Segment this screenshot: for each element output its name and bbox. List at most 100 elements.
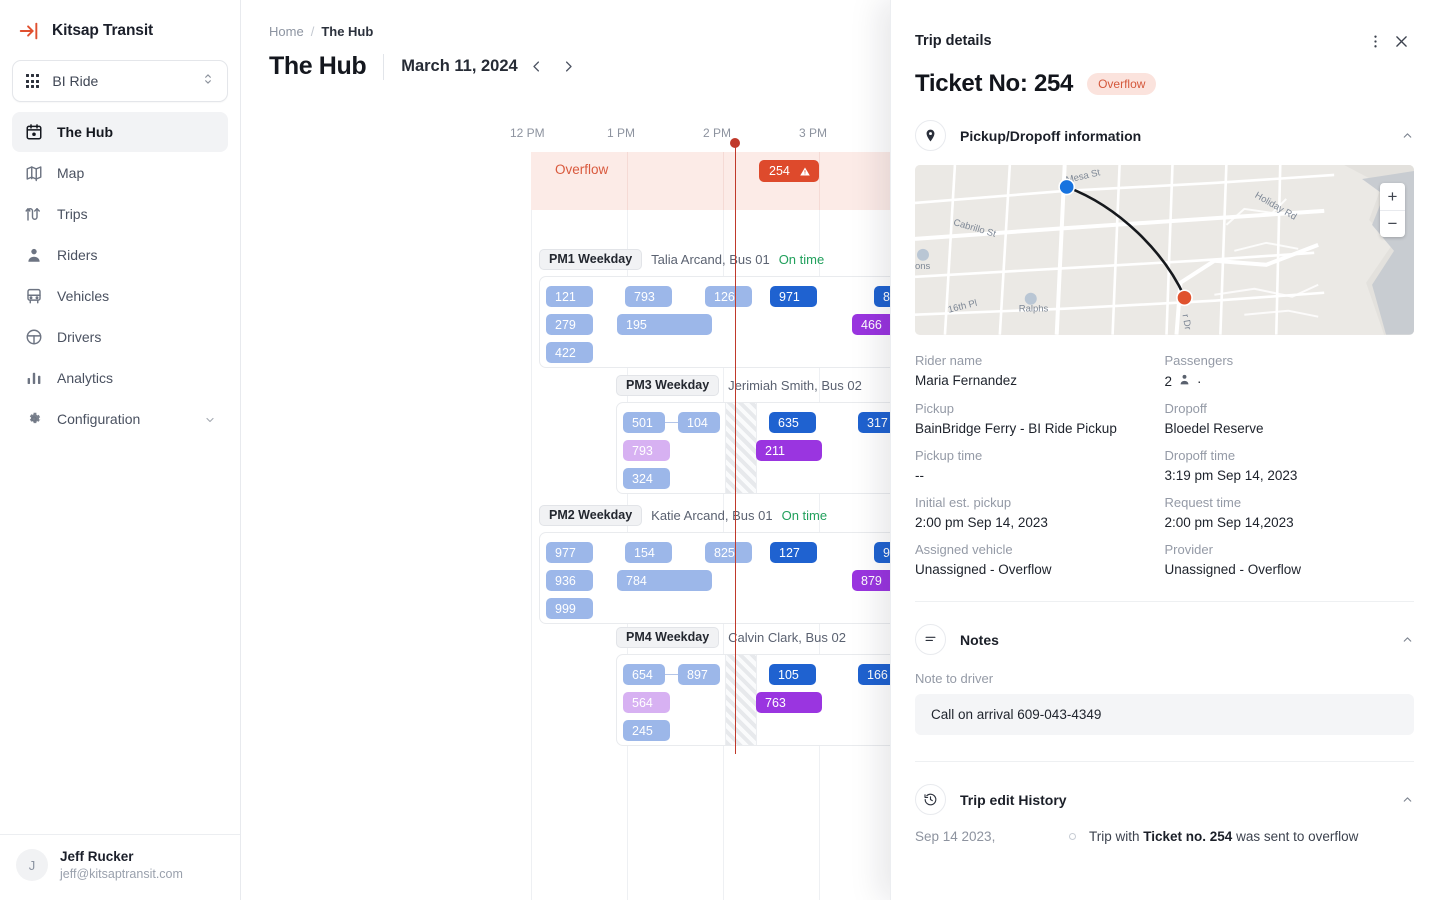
trip-block[interactable]: 501	[623, 412, 665, 433]
notes-section-header[interactable]: Notes	[891, 602, 1438, 655]
trip-block[interactable]: 784	[617, 570, 712, 591]
trip-block[interactable]: 635	[769, 412, 816, 433]
field-label: Pickup time	[915, 448, 1165, 463]
trip-block[interactable]: 211	[756, 440, 822, 461]
field-value: --	[915, 468, 1165, 483]
sidebar-item-trips[interactable]: Trips	[12, 194, 228, 234]
overflow-label: Overflow	[555, 162, 608, 177]
trip-block[interactable]: 977	[546, 542, 593, 563]
trip-block[interactable]: 654	[623, 664, 665, 685]
overflow-trip-chip[interactable]: 254	[759, 160, 819, 182]
user-profile[interactable]: J Jeff Rucker jeff@kitsaptransit.com	[0, 834, 240, 900]
route-badge[interactable]: PM3 Weekday	[616, 375, 719, 396]
trip-block[interactable]: 793	[625, 286, 672, 307]
chevron-up-icon[interactable]	[1401, 129, 1414, 142]
trip-block[interactable]: 121	[546, 286, 593, 307]
ruler-tick: 12 PM	[510, 126, 545, 140]
route-badge[interactable]: PM4 Weekday	[616, 627, 719, 648]
sidebar: Kitsap Transit BI Ride The Hub	[0, 0, 241, 900]
route-row-pm2: PM2 Weekday Katie Arcand, Bus 01 On time…	[539, 504, 927, 624]
page-title: The Hub	[269, 52, 366, 81]
trip-block[interactable]: 245	[623, 720, 670, 741]
sidebar-item-label: Drivers	[57, 329, 216, 345]
panel-header: Trip details	[891, 0, 1438, 54]
trip-block[interactable]: 154	[625, 542, 672, 563]
person-icon	[24, 246, 43, 265]
sidebar-item-configuration[interactable]: Configuration	[12, 399, 228, 439]
sidebar-nav: The Hub Map Trips	[0, 110, 240, 439]
route-driver: Jerimiah Smith, Bus 02	[728, 378, 862, 393]
status-badge: Overflow	[1087, 73, 1156, 95]
trip-block[interactable]: 971	[770, 286, 817, 307]
trip-block[interactable]: 763	[756, 692, 822, 713]
person-icon	[1178, 373, 1191, 389]
note-to-driver-value: Call on arrival 609-043-4349	[915, 694, 1414, 735]
trip-block[interactable]: 999	[546, 598, 593, 619]
history-text-before: Trip with	[1089, 829, 1143, 844]
sidebar-item-label: Trips	[57, 206, 216, 222]
map-zoom-controls: + −	[1380, 183, 1405, 237]
trip-block[interactable]: 324	[623, 468, 670, 489]
brand-name: Kitsap Transit	[52, 22, 153, 40]
trip-block[interactable]: 897	[678, 664, 720, 685]
sidebar-item-vehicles[interactable]: Vehicles	[12, 276, 228, 316]
trip-block[interactable]: 127	[770, 542, 817, 563]
sidebar-item-map[interactable]: Map	[12, 153, 228, 193]
trip-block[interactable]: 936	[546, 570, 593, 591]
trip-block[interactable]: 195	[617, 314, 712, 335]
field-pickup: Pickup BainBridge Ferry - BI Ride Pickup	[915, 401, 1165, 448]
kebab-menu-icon[interactable]	[1362, 28, 1388, 54]
chevron-down-icon[interactable]	[204, 413, 216, 425]
sidebar-item-label: Vehicles	[57, 288, 216, 304]
trip-block[interactable]: 825	[705, 542, 752, 563]
sidebar-item-drivers[interactable]: Drivers	[12, 317, 228, 357]
chevron-up-icon[interactable]	[1401, 633, 1414, 646]
field-value: BainBridge Ferry - BI Ride Pickup	[915, 421, 1165, 436]
calendar-icon	[24, 123, 43, 142]
route-header: PM2 Weekday Katie Arcand, Bus 01 On time	[539, 504, 927, 526]
field-rider-name: Rider name Maria Fernandez	[915, 353, 1165, 401]
route-badge[interactable]: PM2 Weekday	[539, 505, 642, 526]
route-driver: Katie Arcand, Bus 01	[651, 508, 772, 523]
map-zoom-out-button[interactable]: −	[1380, 210, 1405, 237]
field-assigned-vehicle: Assigned vehicle Unassigned - Overflow	[915, 542, 1165, 589]
field-label: Pickup	[915, 401, 1165, 416]
map-zoom-in-button[interactable]: +	[1380, 183, 1405, 210]
sidebar-item-the-hub[interactable]: The Hub	[12, 112, 228, 152]
trip-block[interactable]: 104	[678, 412, 720, 433]
history-text: Trip with Ticket no. 254 was sent to ove…	[1089, 829, 1358, 844]
passenger-count: 2	[1165, 374, 1173, 389]
trip-block[interactable]: 126	[705, 286, 752, 307]
close-icon[interactable]	[1388, 28, 1414, 54]
prev-day-button[interactable]	[524, 54, 550, 80]
breadcrumb-home[interactable]: Home	[269, 24, 304, 39]
route-row-pm1: PM1 Weekday Talia Arcand, Bus 01 On time…	[539, 248, 927, 368]
trip-block[interactable]: 564	[623, 692, 670, 713]
trip-block[interactable]: 422	[546, 342, 593, 363]
trip-block[interactable]: 105	[769, 664, 816, 685]
ruler-tick: 1 PM	[607, 126, 635, 140]
divider	[383, 54, 384, 80]
login-arrow-icon	[18, 20, 40, 42]
sidebar-item-label: Configuration	[57, 411, 190, 427]
chevron-up-icon[interactable]	[1401, 793, 1414, 806]
org-selector-label: BI Ride	[52, 73, 188, 89]
sidebar-item-label: The Hub	[57, 124, 216, 140]
route-icon	[24, 205, 43, 224]
sidebar-item-label: Riders	[57, 247, 216, 263]
field-request-time: Request time 2:00 pm Sep 14,2023	[1165, 495, 1415, 542]
sidebar-item-analytics[interactable]: Analytics	[12, 358, 228, 398]
trip-block[interactable]: 279	[546, 314, 593, 335]
trip-edit-history-section-header[interactable]: Trip edit History	[891, 762, 1438, 815]
trip-route-map[interactable]: Mesa St Cabrillo St 16th Pl Ralphs ons H…	[915, 165, 1414, 335]
route-badge[interactable]: PM1 Weekday	[539, 249, 642, 270]
ticket-number: Ticket No: 254	[915, 70, 1073, 98]
trip-block[interactable]: 793	[623, 440, 670, 461]
pickup-dropoff-section-header[interactable]: Pickup/Dropoff information	[891, 98, 1438, 151]
sidebar-item-riders[interactable]: Riders	[12, 235, 228, 275]
org-selector[interactable]: BI Ride	[12, 60, 228, 102]
route-header: PM1 Weekday Talia Arcand, Bus 01 On time	[539, 248, 927, 270]
map-tiles: Mesa St Cabrillo St 16th Pl Ralphs ons H…	[915, 165, 1414, 335]
next-day-button[interactable]	[556, 54, 582, 80]
route-body: 121 793 126 971 833 279 195 466 422	[539, 276, 927, 368]
